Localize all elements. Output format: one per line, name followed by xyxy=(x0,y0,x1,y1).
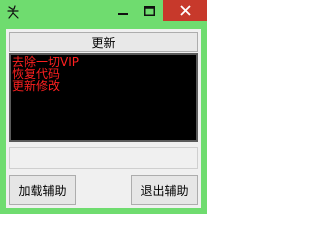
load-assist-button[interactable]: 加载辅助 xyxy=(9,175,76,205)
update-button[interactable]: 更新 xyxy=(9,32,198,52)
status-panel xyxy=(9,147,198,169)
maximize-button[interactable] xyxy=(136,0,163,21)
maximize-icon xyxy=(144,1,155,20)
close-button[interactable] xyxy=(163,0,207,21)
title-bar[interactable] xyxy=(0,0,207,22)
minimize-icon xyxy=(117,1,128,20)
chinese-character-icon xyxy=(6,4,20,19)
log-text-area[interactable]: 去除一切VIP 恢复代码 更新修改 xyxy=(9,53,198,142)
client-area: 更新 去除一切VIP 恢复代码 更新修改 加载辅助 退出辅助 xyxy=(6,29,201,208)
exit-assist-button[interactable]: 退出辅助 xyxy=(131,175,198,205)
log-line: 更新修改 xyxy=(12,79,61,93)
close-icon xyxy=(179,1,191,20)
app-window: 更新 去除一切VIP 恢复代码 更新修改 加载辅助 退出辅助 xyxy=(0,0,207,214)
minimize-button[interactable] xyxy=(109,0,136,21)
